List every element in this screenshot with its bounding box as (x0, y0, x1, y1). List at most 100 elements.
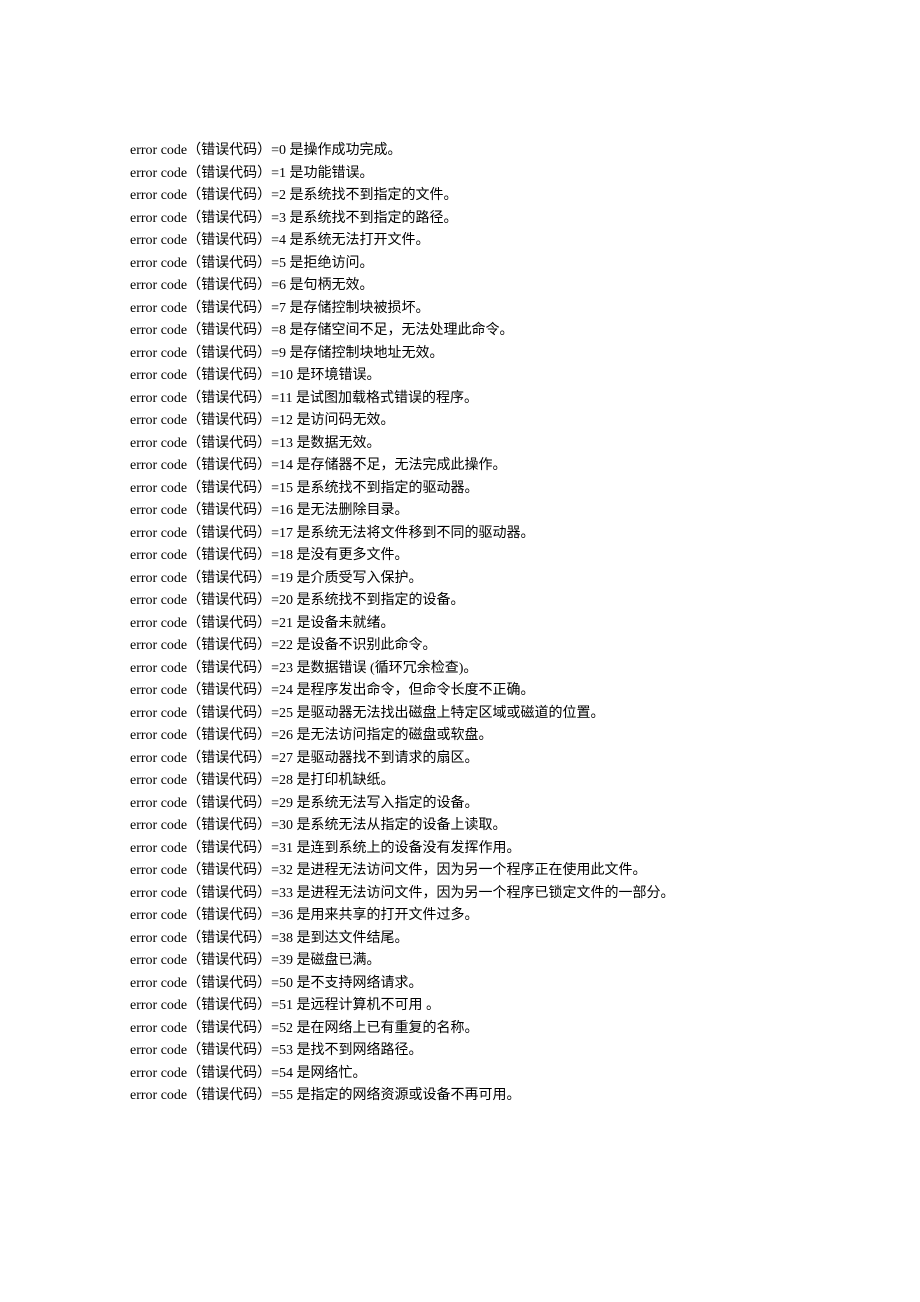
error-code-line: error code（错误代码）=15 是系统找不到指定的驱动器。 (130, 478, 790, 501)
error-code-line: error code（错误代码）=12 是访问码无效。 (130, 410, 790, 433)
error-code-description: 是程序发出命令，但命令长度不正确。 (293, 683, 535, 698)
error-code-description: 是没有更多文件。 (293, 548, 409, 563)
error-code-prefix: error code（错误代码）=52 (130, 1021, 293, 1036)
error-code-description: 是系统找不到指定的设备。 (293, 593, 465, 608)
error-code-description: 是系统找不到指定的文件。 (286, 188, 458, 203)
error-code-prefix: error code（错误代码）=8 (130, 323, 286, 338)
error-code-description: 是介质受写入保护。 (293, 571, 423, 586)
error-code-description: 是存储控制块被损坏。 (286, 301, 430, 316)
error-code-line: error code（错误代码）=51 是远程计算机不可用 。 (130, 995, 790, 1018)
error-code-prefix: error code（错误代码）=54 (130, 1066, 293, 1081)
error-code-line: error code（错误代码）=8 是存储空间不足，无法处理此命令。 (130, 320, 790, 343)
error-code-description: 是进程无法访问文件，因为另一个程序正在使用此文件。 (293, 863, 647, 878)
error-code-prefix: error code（错误代码）=1 (130, 166, 286, 181)
error-code-prefix: error code（错误代码）=25 (130, 706, 293, 721)
error-code-description: 是系统无法写入指定的设备。 (293, 796, 479, 811)
error-code-line: error code（错误代码）=30 是系统无法从指定的设备上读取。 (130, 815, 790, 838)
error-code-line: error code（错误代码）=25 是驱动器无法找出磁盘上特定区域或磁道的位… (130, 703, 790, 726)
error-code-line: error code（错误代码）=22 是设备不识别此命令。 (130, 635, 790, 658)
error-code-line: error code（错误代码）=38 是到达文件结尾。 (130, 928, 790, 951)
error-code-description: 是系统无法将文件移到不同的驱动器。 (293, 526, 535, 541)
error-code-prefix: error code（错误代码）=30 (130, 818, 293, 833)
error-code-prefix: error code（错误代码）=12 (130, 413, 293, 428)
error-code-prefix: error code（错误代码）=3 (130, 211, 286, 226)
error-code-line: error code（错误代码）=20 是系统找不到指定的设备。 (130, 590, 790, 613)
error-code-line: error code（错误代码）=26 是无法访问指定的磁盘或软盘。 (130, 725, 790, 748)
error-code-prefix: error code（错误代码）=36 (130, 908, 293, 923)
error-code-description: 是设备未就绪。 (293, 616, 395, 631)
error-code-line: error code（错误代码）=17 是系统无法将文件移到不同的驱动器。 (130, 523, 790, 546)
error-code-prefix: error code（错误代码）=38 (130, 931, 293, 946)
error-code-line: error code（错误代码）=5 是拒绝访问。 (130, 253, 790, 276)
error-code-description: 是驱动器无法找出磁盘上特定区域或磁道的位置。 (293, 706, 605, 721)
error-code-prefix: error code（错误代码）=51 (130, 998, 293, 1013)
error-code-line: error code（错误代码）=39 是磁盘已满。 (130, 950, 790, 973)
error-code-prefix: error code（错误代码）=31 (130, 841, 293, 856)
error-code-description: 是数据无效。 (293, 436, 381, 451)
error-code-line: error code（错误代码）=7 是存储控制块被损坏。 (130, 298, 790, 321)
error-code-line: error code（错误代码）=33 是进程无法访问文件，因为另一个程序已锁定… (130, 883, 790, 906)
error-code-line: error code（错误代码）=23 是数据错误 (循环冗余检查)。 (130, 658, 790, 681)
error-code-prefix: error code（错误代码）=53 (130, 1043, 293, 1058)
error-code-description: 是打印机缺纸。 (293, 773, 395, 788)
error-code-prefix: error code（错误代码）=50 (130, 976, 293, 991)
error-code-prefix: error code（错误代码）=21 (130, 616, 293, 631)
error-code-line: error code（错误代码）=29 是系统无法写入指定的设备。 (130, 793, 790, 816)
error-code-prefix: error code（错误代码）=55 (130, 1088, 293, 1103)
error-code-description: 是操作成功完成。 (286, 143, 402, 158)
error-code-prefix: error code（错误代码）=22 (130, 638, 293, 653)
error-code-line: error code（错误代码）=4 是系统无法打开文件。 (130, 230, 790, 253)
error-code-line: error code（错误代码）=1 是功能错误。 (130, 163, 790, 186)
error-code-prefix: error code（错误代码）=29 (130, 796, 293, 811)
error-code-description: 是不支持网络请求。 (293, 976, 423, 991)
error-code-description: 是远程计算机不可用 。 (293, 998, 440, 1013)
error-code-line: error code（错误代码）=27 是驱动器找不到请求的扇区。 (130, 748, 790, 771)
error-code-line: error code（错误代码）=10 是环境错误。 (130, 365, 790, 388)
error-code-line: error code（错误代码）=11 是试图加载格式错误的程序。 (130, 388, 790, 411)
error-code-prefix: error code（错误代码）=14 (130, 458, 293, 473)
error-code-prefix: error code（错误代码）=20 (130, 593, 293, 608)
error-code-line: error code（错误代码）=0 是操作成功完成。 (130, 140, 790, 163)
error-code-prefix: error code（错误代码）=15 (130, 481, 293, 496)
error-code-prefix: error code（错误代码）=0 (130, 143, 286, 158)
error-code-line: error code（错误代码）=24 是程序发出命令，但命令长度不正确。 (130, 680, 790, 703)
error-code-description: 是环境错误。 (293, 368, 381, 383)
error-code-prefix: error code（错误代码）=39 (130, 953, 293, 968)
error-code-description: 是拒绝访问。 (286, 256, 374, 271)
error-code-prefix: error code（错误代码）=32 (130, 863, 293, 878)
error-code-prefix: error code（错误代码）=7 (130, 301, 286, 316)
error-code-description: 是无法删除目录。 (293, 503, 409, 518)
error-code-line: error code（错误代码）=28 是打印机缺纸。 (130, 770, 790, 793)
error-code-description: 是进程无法访问文件，因为另一个程序已锁定文件的一部分。 (293, 886, 675, 901)
error-code-prefix: error code（错误代码）=13 (130, 436, 293, 451)
error-code-prefix: error code（错误代码）=11 (130, 391, 293, 406)
error-code-line: error code（错误代码）=52 是在网络上已有重复的名称。 (130, 1018, 790, 1041)
error-code-prefix: error code（错误代码）=28 (130, 773, 293, 788)
error-code-description: 是系统无法打开文件。 (286, 233, 430, 248)
error-code-prefix: error code（错误代码）=2 (130, 188, 286, 203)
error-code-description: 是磁盘已满。 (293, 953, 381, 968)
error-code-line: error code（错误代码）=6 是句柄无效。 (130, 275, 790, 298)
error-code-description: 是无法访问指定的磁盘或软盘。 (293, 728, 493, 743)
error-code-description: 是功能错误。 (286, 166, 374, 181)
error-code-line: error code（错误代码）=13 是数据无效。 (130, 433, 790, 456)
error-code-description: 是系统无法从指定的设备上读取。 (293, 818, 507, 833)
error-code-line: error code（错误代码）=53 是找不到网络路径。 (130, 1040, 790, 1063)
error-code-line: error code（错误代码）=21 是设备未就绪。 (130, 613, 790, 636)
error-code-description: 是数据错误 (循环冗余检查)。 (293, 661, 477, 676)
error-code-description: 是找不到网络路径。 (293, 1043, 423, 1058)
error-code-line: error code（错误代码）=36 是用来共享的打开文件过多。 (130, 905, 790, 928)
error-code-line: error code（错误代码）=2 是系统找不到指定的文件。 (130, 185, 790, 208)
error-code-line: error code（错误代码）=31 是连到系统上的设备没有发挥作用。 (130, 838, 790, 861)
error-code-description: 是存储空间不足，无法处理此命令。 (286, 323, 514, 338)
error-code-line: error code（错误代码）=19 是介质受写入保护。 (130, 568, 790, 591)
error-code-line: error code（错误代码）=16 是无法删除目录。 (130, 500, 790, 523)
error-code-prefix: error code（错误代码）=9 (130, 346, 286, 361)
error-code-description: 是在网络上已有重复的名称。 (293, 1021, 479, 1036)
error-code-description: 是驱动器找不到请求的扇区。 (293, 751, 479, 766)
error-code-prefix: error code（错误代码）=18 (130, 548, 293, 563)
error-code-prefix: error code（错误代码）=26 (130, 728, 293, 743)
document-page: error code（错误代码）=0 是操作成功完成。error code（错误… (0, 0, 920, 1228)
error-code-description: 是到达文件结尾。 (293, 931, 409, 946)
error-code-description: 是指定的网络资源或设备不再可用。 (293, 1088, 521, 1103)
